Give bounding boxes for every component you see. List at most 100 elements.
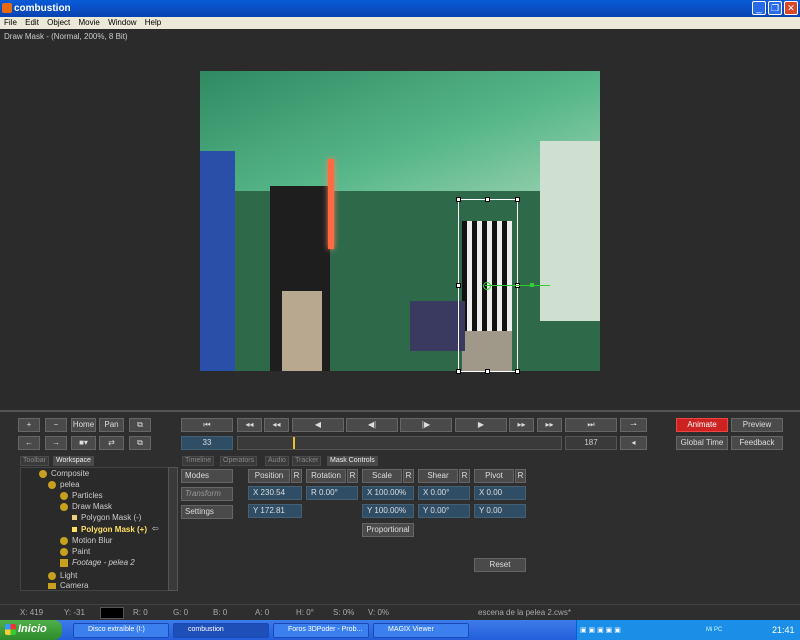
color-swatch-button[interactable]: ■▾ — [71, 436, 96, 450]
shear-y-field[interactable]: Y 0.00° — [418, 504, 470, 518]
swap-button[interactable]: ⇄ — [99, 436, 124, 450]
playhead[interactable] — [293, 437, 295, 449]
close-button[interactable]: ✕ — [784, 1, 798, 15]
timeline-scrubber[interactable] — [237, 436, 562, 450]
mask-handle[interactable] — [485, 197, 490, 202]
mask-handle[interactable] — [456, 283, 461, 288]
zoom-out-button[interactable]: − — [45, 418, 67, 432]
prev-marker-button[interactable]: ◂◂ — [264, 418, 289, 432]
tab-timeline[interactable]: Timeline — [182, 456, 215, 466]
shear-x-field[interactable]: X 0.00° — [418, 486, 470, 500]
step-forward-button[interactable]: |▶ — [400, 418, 452, 432]
zoom-in-button[interactable]: + — [18, 418, 40, 432]
tree-item-polygon-mask-plus[interactable]: Polygon Mask (+) — [81, 525, 147, 534]
mask-axis-handle[interactable] — [530, 283, 534, 287]
footage-icon — [60, 559, 68, 567]
tree-item-light[interactable]: Light — [60, 571, 77, 580]
shear-reset-r-button[interactable]: R — [459, 469, 470, 483]
view-tool-button[interactable]: ⧉ — [129, 418, 151, 432]
play-backward-button[interactable]: ◀ — [292, 418, 344, 432]
menu-object[interactable]: Object — [47, 18, 70, 27]
layout-button[interactable]: ⧉ — [129, 436, 151, 450]
pivot-reset-r-button[interactable]: R — [515, 469, 526, 483]
step-back-button[interactable]: ◀| — [346, 418, 398, 432]
menu-help[interactable]: Help — [145, 18, 161, 27]
shear-header: Shear — [418, 469, 458, 483]
status-s: S: 0% — [333, 608, 355, 617]
go-to-end-button[interactable]: ⏭ — [565, 418, 617, 432]
end-frame-field[interactable]: 187 — [565, 436, 617, 450]
tray-label: Mi PC — [706, 627, 723, 633]
mask-handle[interactable] — [515, 197, 520, 202]
tree-item-draw-mask[interactable]: Draw Mask — [72, 502, 112, 511]
background-light — [540, 141, 600, 321]
forward-arrow-button[interactable]: → — [45, 436, 67, 450]
scale-x-field[interactable]: X 100.00% — [362, 486, 414, 500]
tree-item-footage[interactable]: Footage - pelea 2 — [72, 558, 135, 567]
tree-item-paint[interactable]: Paint — [72, 547, 90, 556]
tab-tracker[interactable]: Tracker — [292, 456, 322, 466]
menu-file[interactable]: File — [4, 18, 17, 27]
position-x-field[interactable]: X 230.54 — [248, 486, 302, 500]
loop-button[interactable]: ⇀ — [620, 418, 647, 432]
mask-handle[interactable] — [456, 369, 461, 374]
global-time-toggle[interactable]: Global Time — [676, 436, 728, 450]
tab-workspace[interactable]: Workspace — [53, 456, 94, 466]
task-removable-disk[interactable]: Disco extraíble (I:) — [73, 623, 169, 638]
pan-button[interactable]: Pan — [99, 418, 124, 432]
animate-button[interactable]: Animate — [676, 418, 728, 432]
rotation-reset-r-button[interactable]: R — [347, 469, 358, 483]
mask-pivot-icon[interactable] — [483, 282, 491, 290]
maximize-button[interactable]: ❐ — [768, 1, 782, 15]
next-key-button[interactable]: ▸▸ — [537, 418, 562, 432]
pivot-x-field[interactable]: X 0.00 — [474, 486, 526, 500]
audio-button[interactable]: ◂ — [620, 436, 647, 450]
play-forward-button[interactable]: ▶ — [455, 418, 507, 432]
prev-key-button[interactable]: ◂◂ — [237, 418, 262, 432]
tab-toolbar[interactable]: Toolbar — [20, 456, 49, 466]
tree-scrollbar[interactable] — [168, 467, 178, 591]
tree-item-motion-blur[interactable]: Motion Blur — [72, 536, 112, 545]
minimize-button[interactable]: _ — [752, 1, 766, 15]
settings-button[interactable]: Settings — [181, 505, 233, 519]
position-reset-r-button[interactable]: R — [291, 469, 302, 483]
tree-item-camera[interactable]: Camera — [60, 581, 88, 590]
tree-item-pelea[interactable]: pelea — [60, 480, 80, 489]
tab-mask-controls[interactable]: Mask Controls — [327, 456, 378, 466]
position-y-field[interactable]: Y 172.81 — [248, 504, 302, 518]
task-magix-viewer[interactable]: MAGIX Viewer — [373, 623, 469, 638]
transform-button[interactable]: Transform — [181, 487, 233, 501]
mask-handle[interactable] — [515, 369, 520, 374]
menu-edit[interactable]: Edit — [25, 18, 39, 27]
feedback-checkbox[interactable]: Feedback — [731, 436, 783, 450]
preview-button[interactable]: Preview — [731, 418, 783, 432]
task-foros-3dpoder[interactable]: Foros 3DPoder - Prob... — [273, 623, 369, 638]
proportional-button[interactable]: Proportional — [362, 523, 414, 537]
reset-button[interactable]: Reset — [474, 558, 526, 572]
tab-operators[interactable]: Operators — [220, 456, 258, 466]
tray-icons[interactable]: ▣ ▣ ▣ ▣ ▣ — [580, 626, 621, 634]
menu-movie[interactable]: Movie — [79, 18, 100, 27]
next-marker-button[interactable]: ▸▸ — [509, 418, 534, 432]
status-b: B: 0 — [213, 608, 228, 617]
task-combustion[interactable]: combustion — [173, 623, 269, 638]
status-v: V: 0% — [368, 608, 390, 617]
mask-handle[interactable] — [485, 369, 490, 374]
home-button[interactable]: Home — [71, 418, 96, 432]
menu-window[interactable]: Window — [108, 18, 136, 27]
tree-item-polygon-mask-minus[interactable]: Polygon Mask (-) — [81, 513, 141, 522]
tree-item-composite[interactable]: Composite — [51, 469, 89, 478]
scale-y-field[interactable]: Y 100.00% — [362, 504, 414, 518]
video-viewport[interactable] — [200, 71, 600, 371]
go-to-start-button[interactable]: ⏮ — [181, 418, 233, 432]
status-a: A: 0 — [255, 608, 270, 617]
modes-button[interactable]: Modes — [181, 469, 233, 483]
mask-handle[interactable] — [456, 197, 461, 202]
back-arrow-button[interactable]: ← — [18, 436, 40, 450]
pivot-y-field[interactable]: Y 0.00 — [474, 504, 526, 518]
rotation-field[interactable]: R 0.00° — [306, 486, 358, 500]
tab-audio[interactable]: Audio — [265, 456, 289, 466]
tree-item-particles[interactable]: Particles — [72, 491, 103, 500]
scale-reset-r-button[interactable]: R — [403, 469, 414, 483]
current-frame-field[interactable]: 33 — [181, 436, 233, 450]
